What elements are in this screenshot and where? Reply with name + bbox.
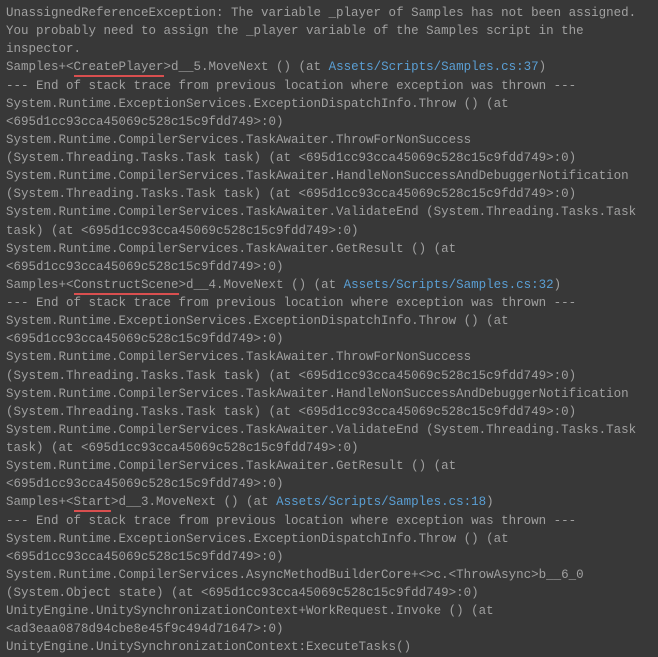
method-name-start: Start [74, 495, 112, 512]
exception-message-line2: You probably need to assign the _player … [6, 22, 652, 58]
frame-mid: >d__5.MoveNext () (at [164, 60, 329, 74]
frame-suffix: ) [554, 278, 562, 292]
stack-frame: System.Runtime.CompilerServices.TaskAwai… [6, 421, 652, 457]
source-link-samples-32[interactable]: Assets/Scripts/Samples.cs:32 [344, 278, 554, 292]
frame-prefix: Samples+< [6, 495, 74, 509]
frame-suffix: ) [539, 60, 547, 74]
frame-suffix: ) [486, 495, 494, 509]
stack-frame: System.Runtime.ExceptionServices.Excepti… [6, 95, 652, 131]
frame-mid: >d__3.MoveNext () (at [111, 495, 276, 509]
stack-frame: System.Runtime.CompilerServices.AsyncMet… [6, 566, 652, 602]
source-link-samples-37[interactable]: Assets/Scripts/Samples.cs:37 [329, 60, 539, 74]
stack-frame: System.Runtime.CompilerServices.TaskAwai… [6, 457, 652, 493]
stack-trace-separator: --- End of stack trace from previous loc… [6, 294, 652, 312]
stack-frame-start: Samples+<Start>d__3.MoveNext () (at Asse… [6, 493, 652, 511]
stack-frame: System.Runtime.CompilerServices.TaskAwai… [6, 131, 652, 167]
stack-frame: System.Runtime.CompilerServices.TaskAwai… [6, 348, 652, 384]
stack-trace-container: UnassignedReferenceException: The variab… [6, 4, 652, 657]
exception-message-line1: UnassignedReferenceException: The variab… [6, 4, 652, 22]
stack-frame: System.Runtime.ExceptionServices.Excepti… [6, 530, 652, 566]
stack-frame: System.Runtime.CompilerServices.TaskAwai… [6, 167, 652, 203]
method-name-createplayer: CreatePlayer [74, 60, 164, 77]
stack-trace-separator: --- End of stack trace from previous loc… [6, 512, 652, 530]
source-link-samples-18[interactable]: Assets/Scripts/Samples.cs:18 [276, 495, 486, 509]
method-name-constructscene: ConstructScene [74, 278, 179, 295]
frame-prefix: Samples+< [6, 278, 74, 292]
frame-prefix: Samples+< [6, 60, 74, 74]
stack-frame: System.Runtime.CompilerServices.TaskAwai… [6, 203, 652, 239]
stack-frame: UnityEngine.UnitySynchronizationContext+… [6, 602, 652, 638]
stack-trace-separator: --- End of stack trace from previous loc… [6, 77, 652, 95]
frame-mid: >d__4.MoveNext () (at [179, 278, 344, 292]
stack-frame-createplayer: Samples+<CreatePlayer>d__5.MoveNext () (… [6, 58, 652, 76]
stack-frame: System.Runtime.ExceptionServices.Excepti… [6, 312, 652, 348]
stack-frame: System.Runtime.CompilerServices.TaskAwai… [6, 240, 652, 276]
stack-frame-constructscene: Samples+<ConstructScene>d__4.MoveNext ()… [6, 276, 652, 294]
stack-frame: UnityEngine.UnitySynchronizationContext:… [6, 638, 652, 656]
stack-frame: System.Runtime.CompilerServices.TaskAwai… [6, 385, 652, 421]
